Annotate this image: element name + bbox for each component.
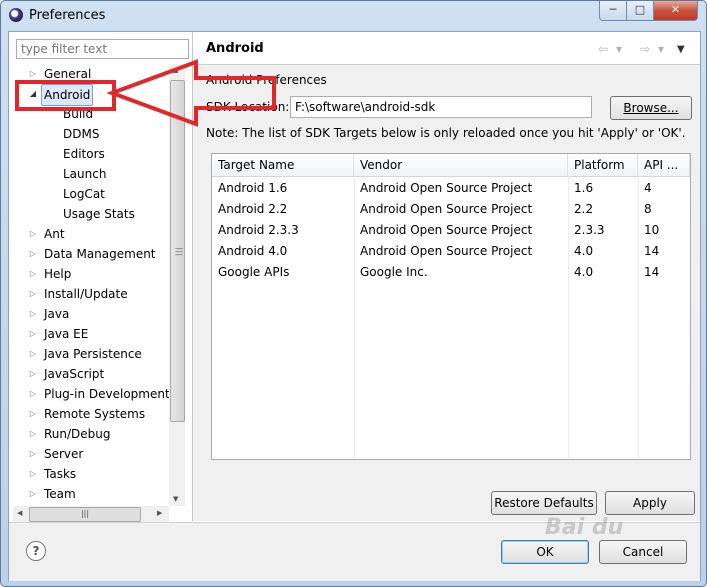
callout-arrow-shape <box>106 59 276 127</box>
callout-arrow <box>106 59 276 127</box>
watermark: Bai du <box>545 515 624 540</box>
